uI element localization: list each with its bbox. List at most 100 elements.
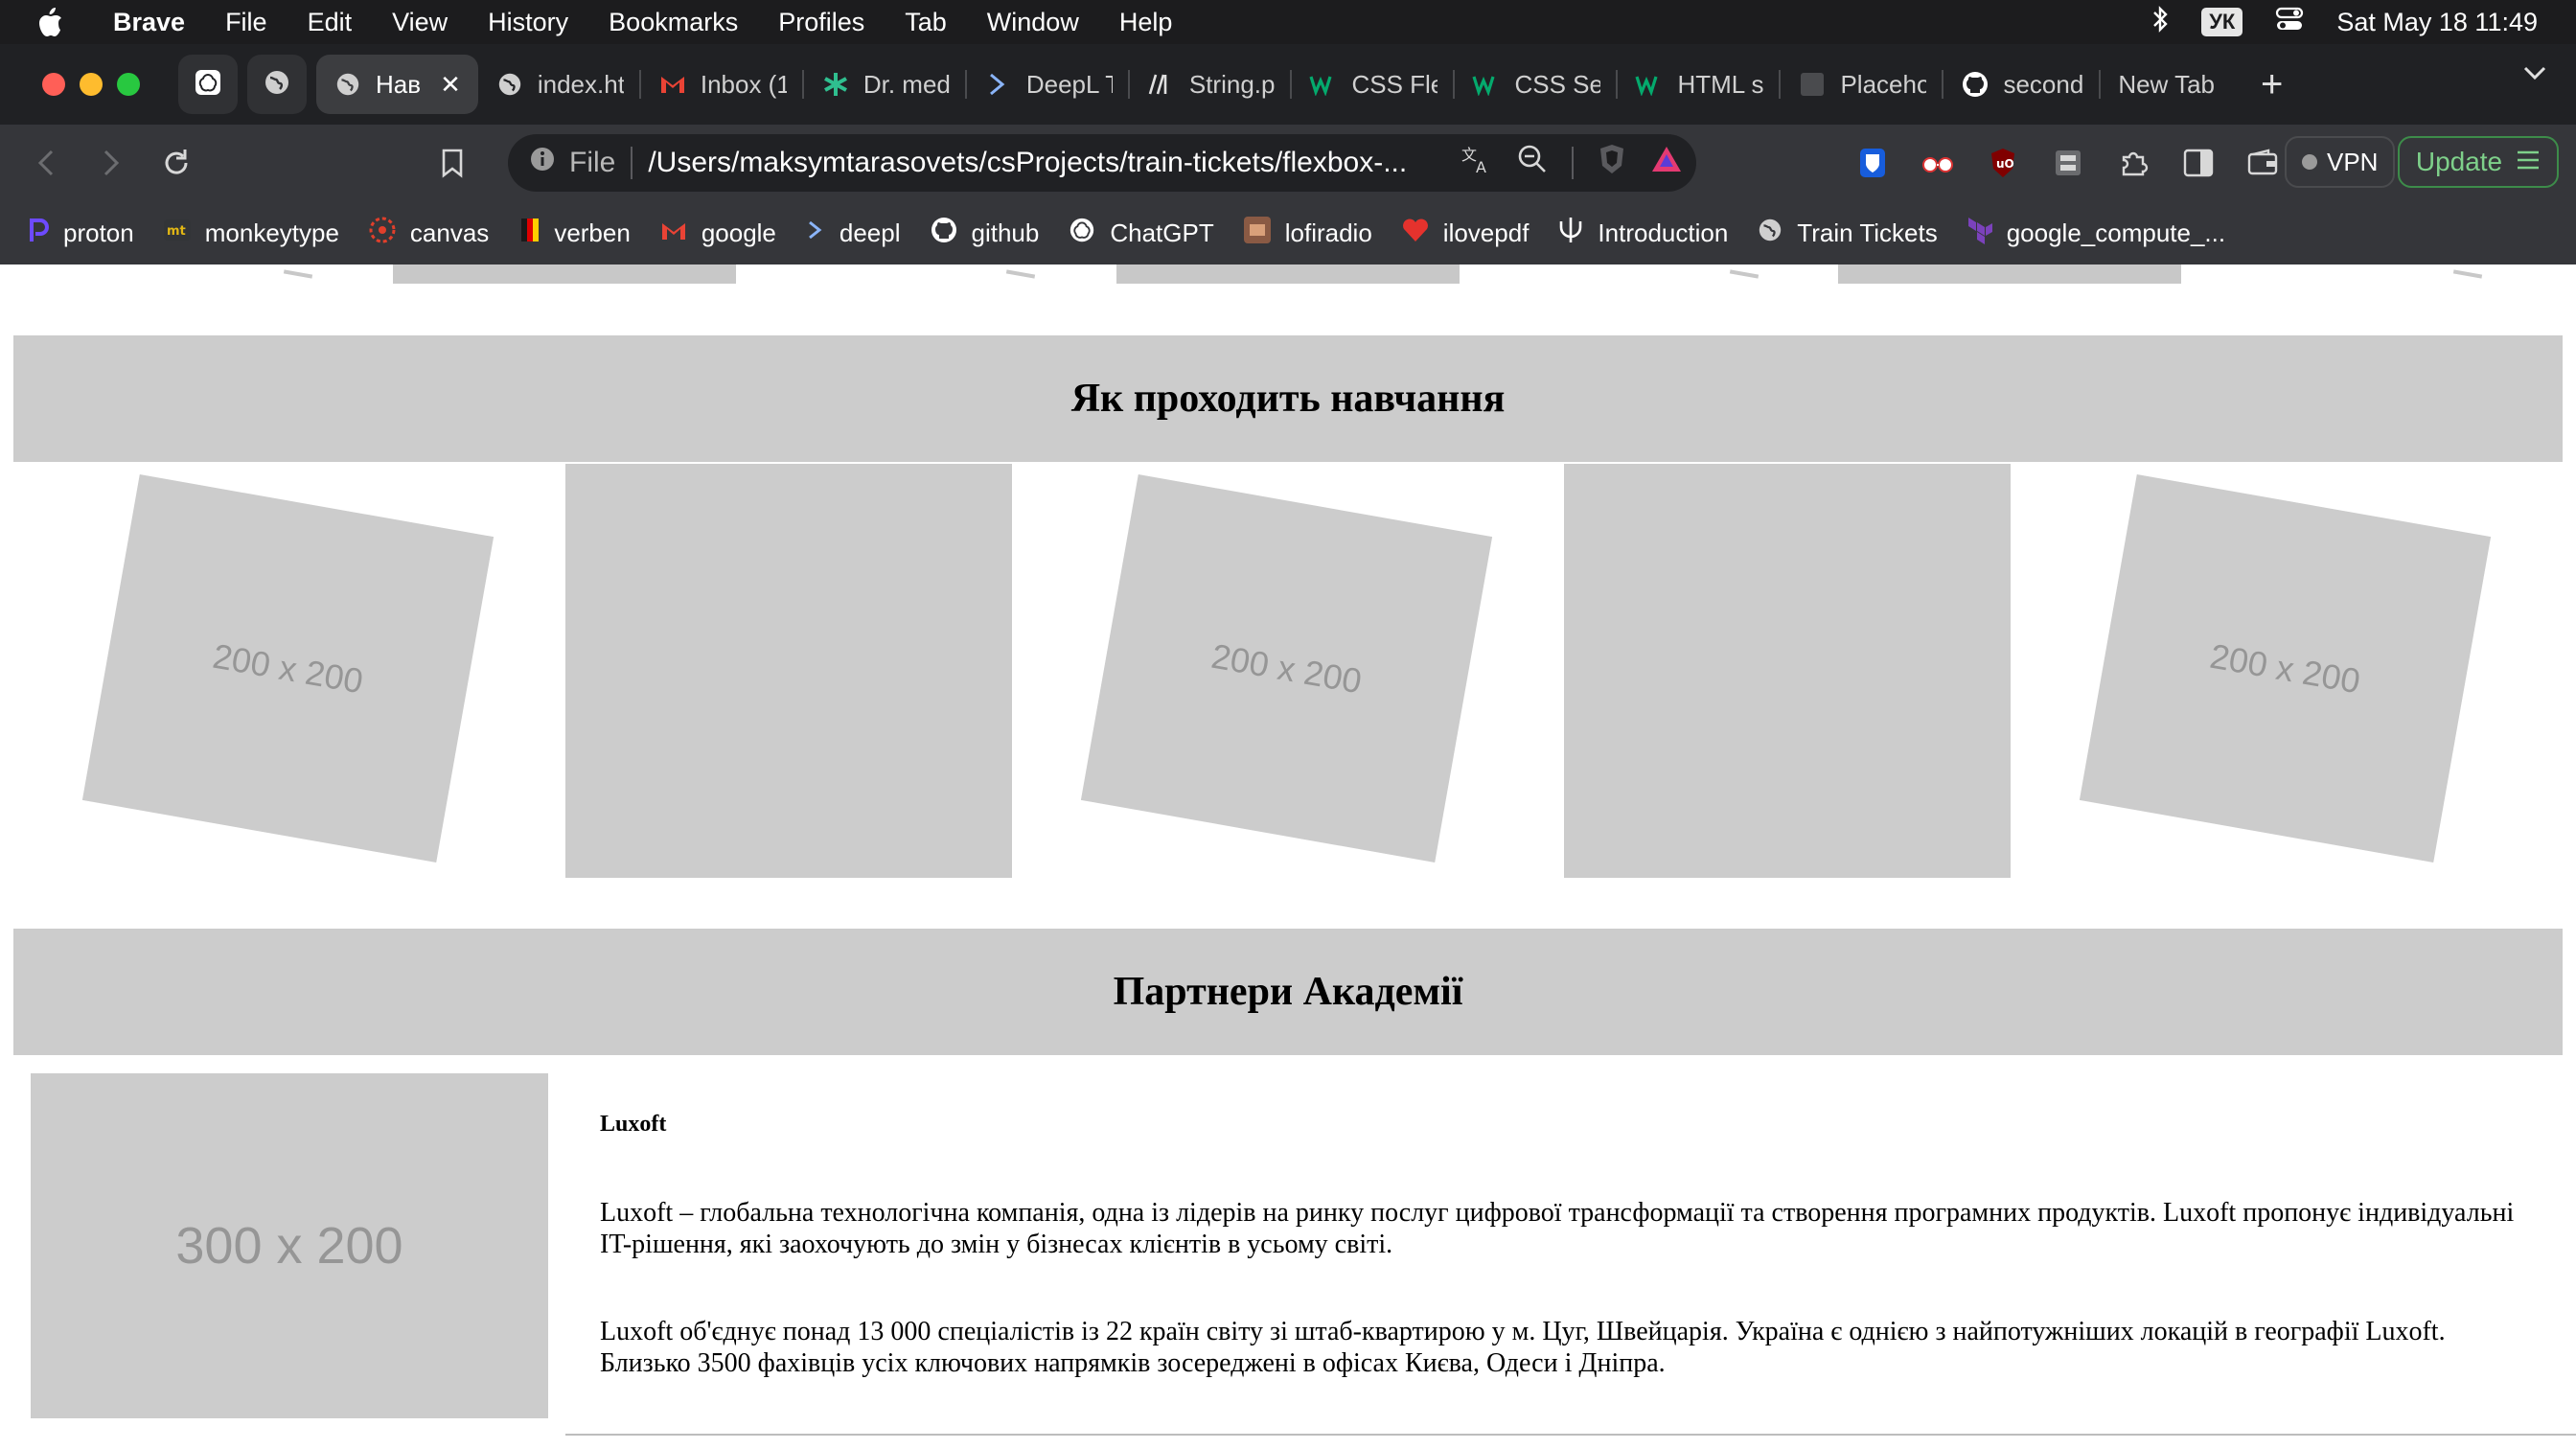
partner-name: Luxoft	[600, 1112, 667, 1137]
tab-github-second[interactable]: second	[1944, 55, 2102, 114]
update-button[interactable]: Update	[2398, 136, 2559, 188]
forward-arrow-icon[interactable]	[88, 140, 134, 186]
update-label: Update	[2415, 147, 2503, 176]
new-tab-plus-icon[interactable]: +	[2261, 63, 2283, 106]
menu-profiles[interactable]: Profiles	[778, 8, 864, 37]
github-icon	[1961, 70, 1990, 99]
tab-dr-med[interactable]: Dr. med	[804, 55, 967, 114]
minimize-window-button[interactable]	[80, 73, 103, 96]
bookmark-github[interactable]: github	[930, 216, 1040, 251]
tab-active[interactable]: Нав ✕	[316, 55, 478, 114]
w3schools-icon	[1309, 70, 1338, 99]
close-tab-icon[interactable]: ✕	[440, 70, 461, 100]
psi-icon	[1557, 216, 1584, 251]
wallet-icon[interactable]	[2241, 140, 2287, 186]
menu-view[interactable]: View	[392, 8, 448, 37]
menu-tab[interactable]: Tab	[905, 8, 947, 37]
keyboard-layout-indicator[interactable]: УК	[2201, 8, 2243, 36]
mdn-icon	[1147, 70, 1176, 99]
tab-title: Inbox (1	[700, 69, 787, 99]
tab-css-sel[interactable]: CSS Sel	[1455, 55, 1619, 114]
menubar-clock[interactable]: Sat May 18 11:49	[2336, 8, 2538, 37]
learning-placeholder-image: 200 x 200	[81, 474, 494, 862]
tab-deepl[interactable]: DeepL T	[967, 55, 1130, 114]
bookmark-train-tickets[interactable]: Train Tickets	[1757, 217, 1938, 250]
vpn-button[interactable]: VPN	[2285, 136, 2396, 188]
ublock-origin-icon[interactable]: uO	[1980, 140, 2026, 186]
browser-tab-strip: Нав ✕ index.ht Inbox (1 Dr. med DeepL T …	[0, 44, 2576, 125]
bookmark-proton[interactable]: proton	[29, 217, 134, 250]
bookmark-canvas[interactable]: canvas	[368, 216, 489, 251]
bitwarden-icon[interactable]	[1850, 140, 1896, 186]
menu-file[interactable]: File	[225, 8, 267, 37]
zoom-out-icon[interactable]	[1516, 143, 1549, 183]
bookmark-verben[interactable]: verben	[518, 217, 631, 250]
translate-icon[interactable]: 文A	[1460, 143, 1493, 183]
bookmark-label: Introduction	[1598, 218, 1729, 247]
omnibox-actions: 文A	[1460, 134, 1683, 192]
globe-icon	[495, 70, 524, 99]
back-arrow-icon[interactable]	[23, 140, 69, 186]
vpn-status-dot	[2302, 154, 2317, 170]
bookmark-google-compute[interactable]: google_compute_...	[1966, 216, 2225, 251]
brave-rewards-icon[interactable]	[1650, 145, 1683, 181]
privacy-glasses-icon[interactable]	[1915, 140, 1961, 186]
menu-help[interactable]: Help	[1119, 8, 1173, 37]
bookmark-google[interactable]: google	[659, 218, 776, 248]
zoom-window-button[interactable]	[117, 73, 140, 96]
w3schools-icon	[1472, 70, 1501, 99]
apple-logo-icon[interactable]	[36, 7, 75, 37]
pinned-tab-globe[interactable]	[247, 55, 307, 114]
bookmark-label: github	[971, 218, 1040, 247]
menu-bookmarks[interactable]: Bookmarks	[609, 8, 738, 37]
tab-title: CSS Fle	[1351, 69, 1438, 99]
svg-text:uO: uO	[1996, 157, 2014, 171]
globe-icon	[263, 68, 291, 102]
menubar-status-area: УК Sat May 18 11:49	[2151, 0, 2538, 44]
bookmark-icon[interactable]	[429, 140, 475, 186]
partner-placeholder-image: 300 x 200	[31, 1073, 548, 1418]
previous-section-image	[393, 264, 736, 284]
verben-icon	[518, 217, 540, 250]
previous-section-image	[1838, 264, 2181, 284]
tab-string[interactable]: String.p	[1130, 55, 1293, 114]
url-text[interactable]: /Users/maksymtarasovets/csProjects/train…	[648, 147, 1424, 179]
menu-window[interactable]: Window	[987, 8, 1079, 37]
web-extension-icon[interactable]	[2045, 140, 2091, 186]
bluetooth-icon[interactable]	[2151, 5, 2169, 39]
partners-section-title: Партнери Академії	[1113, 970, 1463, 1014]
bookmark-ilovepdf[interactable]: ilovepdf	[1401, 217, 1529, 250]
bookmark-lofiradio[interactable]: lofiradio	[1243, 216, 1372, 251]
tab-title: DeepL T	[1025, 69, 1113, 99]
sidebar-toggle-icon[interactable]	[2175, 140, 2221, 186]
bookmark-introduction[interactable]: Introduction	[1557, 216, 1728, 251]
tab-placeholder[interactable]: Placeho	[1781, 55, 1944, 114]
pinned-tab-chatgpt[interactable]	[178, 55, 238, 114]
extensions-area: uO	[1850, 125, 2287, 201]
menu-edit[interactable]: Edit	[308, 8, 353, 37]
reload-icon[interactable]	[153, 140, 199, 186]
extensions-puzzle-icon[interactable]	[2110, 140, 2156, 186]
tab-inbox[interactable]: Inbox (1	[641, 55, 804, 114]
brave-shields-icon[interactable]	[1597, 143, 1627, 183]
browser-toolbar: File /Users/maksymtarasovets/csProjects/…	[0, 125, 2576, 201]
learning-placeholder-image: 200 x 200	[2079, 474, 2492, 862]
tab-new-tab[interactable]: New Tab	[2101, 55, 2232, 114]
tab-html[interactable]: HTML s	[1618, 55, 1782, 114]
address-bar[interactable]: File /Users/maksymtarasovets/csProjects/…	[508, 134, 1696, 192]
bookmark-chatgpt[interactable]: ChatGPT	[1068, 216, 1214, 251]
menu-history[interactable]: History	[488, 8, 568, 37]
tab-search-chevron-down-icon[interactable]	[2522, 65, 2547, 85]
bookmark-monkeytype[interactable]: mt monkeytype	[163, 218, 339, 248]
tab-css-flex[interactable]: CSS Fle	[1292, 55, 1456, 114]
control-center-icon[interactable]	[2275, 7, 2304, 38]
menu-app-name[interactable]: Brave	[113, 8, 185, 37]
bookmark-deepl[interactable]: deepl	[805, 218, 901, 249]
tab-index[interactable]: index.ht	[478, 55, 641, 114]
site-info-icon[interactable]	[529, 146, 556, 180]
lofiradio-icon	[1243, 216, 1272, 251]
partner-paragraph: Luxoft – глобальна технологічна компанія…	[600, 1198, 2515, 1259]
bookmark-label: ChatGPT	[1110, 218, 1214, 247]
previous-section-image-edge	[1005, 269, 1036, 279]
close-window-button[interactable]	[42, 73, 65, 96]
